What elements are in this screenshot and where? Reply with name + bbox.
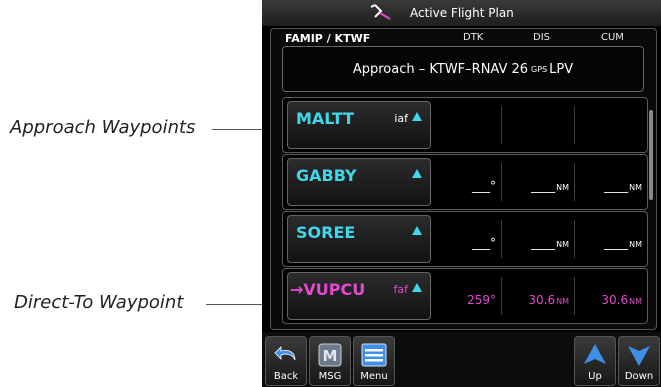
column-divider	[501, 277, 502, 315]
triangle-up-icon	[412, 169, 422, 178]
flight-plan-row: MALTT iaf	[282, 97, 648, 153]
scrollbar[interactable]	[649, 110, 653, 200]
up-button[interactable]: Up	[574, 336, 616, 386]
waypoint-button-vupcu[interactable]: →VUPCU faf	[287, 272, 431, 320]
triangle-up-icon	[412, 226, 422, 235]
down-label: Down	[624, 371, 654, 382]
flight-plan-row: SOREE ___° ____NM ____NM	[282, 211, 648, 267]
waypoint-tag: faf	[393, 283, 409, 296]
triangle-up-icon	[412, 283, 422, 292]
down-arrow-icon	[628, 346, 650, 366]
approach-name: Approach – KTWF–RNAV 26	[352, 61, 529, 77]
callout-direct-to-waypoint: Direct-To Waypoint	[14, 292, 184, 313]
column-divider	[574, 163, 575, 201]
down-button[interactable]: Down	[618, 336, 660, 386]
waypoint-name: GABBY	[296, 166, 357, 185]
approach-banner[interactable]: Approach – KTWF–RNAV 26 GPS LPV	[282, 46, 644, 92]
route-header: FAMIP / KTWF	[285, 32, 371, 45]
column-divider	[574, 277, 575, 315]
menu-label: Menu	[360, 371, 388, 382]
waypoint-button-soree[interactable]: SOREE	[287, 215, 431, 263]
softkey-bar: Back M MSG Menu Up Down	[262, 332, 661, 387]
waypoint-name: SOREE	[296, 223, 356, 242]
direct-to-arrow-icon: →	[290, 280, 304, 299]
direct-to-plane-icon	[370, 4, 391, 20]
waypoint-button-gabby[interactable]: GABBY	[287, 158, 431, 206]
column-divider	[574, 106, 575, 144]
flight-plan-row-active: →VUPCU faf 259° 30.6NM 30.6NM	[282, 268, 648, 324]
column-divider	[501, 163, 502, 201]
callout-approach-waypoints: Approach Waypoints	[10, 117, 196, 138]
gtn-display: Active Flight Plan FAMIP / KTWF DTK DIS …	[262, 0, 661, 387]
msg-button[interactable]: M MSG	[309, 336, 351, 386]
approach-gps-label: GPS	[531, 64, 548, 74]
approach-type: LPV	[549, 61, 574, 77]
svg-text:M: M	[323, 347, 338, 365]
dtk-value: ___°	[472, 236, 496, 250]
waypoint-tag: iaf	[394, 112, 408, 125]
up-arrow-icon	[584, 344, 606, 364]
title-bar: Active Flight Plan	[262, 0, 661, 26]
dis-value: ____NM	[531, 179, 569, 193]
msg-label: MSG	[318, 371, 342, 382]
up-label: Up	[588, 371, 602, 382]
cum-value: ____NM	[604, 179, 642, 193]
back-arrow-icon	[274, 346, 296, 361]
waypoint-name: →VUPCU	[290, 280, 366, 299]
column-header-dis: DIS	[533, 32, 550, 43]
cum-value: ____NM	[604, 236, 642, 250]
column-header-dtk: DTK	[463, 32, 484, 43]
dtk-value: ___°	[472, 179, 496, 193]
dis-value: 30.6NM	[528, 293, 569, 307]
triangle-up-icon	[412, 112, 422, 121]
dis-value: ____NM	[531, 236, 569, 250]
cum-value: 30.6NM	[601, 293, 642, 307]
dtk-value: 259°	[467, 293, 496, 307]
column-divider	[574, 220, 575, 258]
waypoint-name: MALTT	[296, 109, 355, 128]
menu-button[interactable]: Menu	[353, 336, 395, 386]
window-title: Active Flight Plan	[410, 6, 514, 20]
back-label: Back	[273, 371, 299, 382]
menu-icon	[361, 343, 387, 367]
message-icon: M	[318, 343, 342, 367]
back-button[interactable]: Back	[265, 336, 307, 386]
column-divider	[501, 220, 502, 258]
column-header-cum: CUM	[601, 32, 624, 43]
column-divider	[501, 106, 502, 144]
waypoint-button-maltt[interactable]: MALTT iaf	[287, 101, 431, 149]
flight-plan-row: GABBY ___° ____NM ____NM	[282, 154, 648, 210]
